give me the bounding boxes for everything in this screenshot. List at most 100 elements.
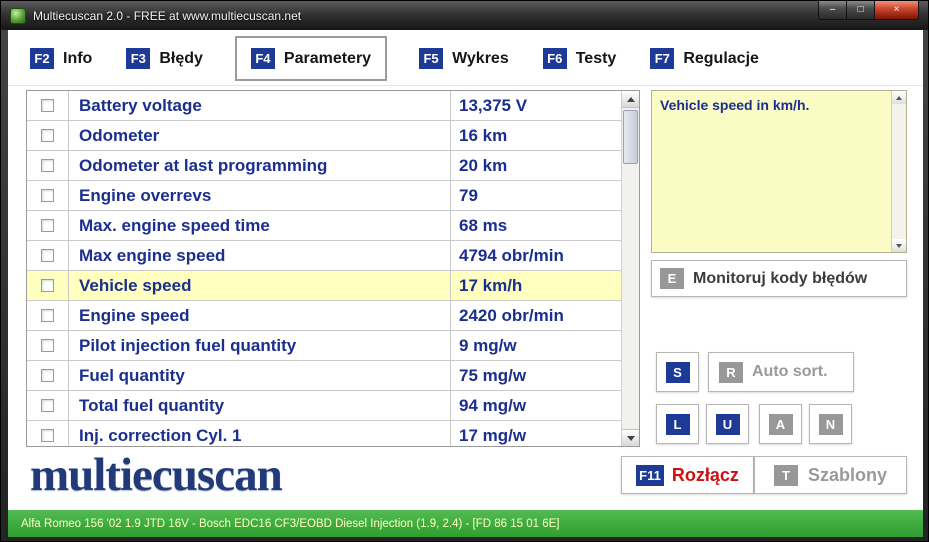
key-badge-s: S — [666, 362, 690, 383]
info-scroll-up-icon[interactable] — [892, 91, 906, 104]
parameter-name: Odometer at last programming — [69, 151, 451, 180]
auto-sort-button[interactable]: R Auto sort. — [708, 352, 854, 392]
monitor-error-codes-button[interactable]: E Monitoruj kody błędów — [651, 260, 907, 297]
window-title: Multiecuscan 2.0 - FREE at www.multiecus… — [33, 9, 301, 23]
table-row[interactable]: Max engine speed 4794 obr/min — [27, 241, 621, 271]
tab-label: Błędy — [159, 50, 203, 68]
tab-f2[interactable]: F2 Info — [28, 39, 94, 78]
row-checkbox[interactable] — [41, 249, 54, 262]
parameter-name: Max. engine speed time — [69, 211, 451, 240]
n-button[interactable]: N — [809, 404, 852, 444]
row-checkbox[interactable] — [41, 369, 54, 382]
row-checkbox[interactable] — [41, 129, 54, 142]
title-bar[interactable]: Multiecuscan 2.0 - FREE at www.multiecus… — [1, 1, 928, 30]
app-window: Multiecuscan 2.0 - FREE at www.multiecus… — [0, 0, 929, 542]
table-row[interactable]: Total fuel quantity 94 mg/w — [27, 391, 621, 421]
table-row[interactable]: Engine speed 2420 obr/min — [27, 301, 621, 331]
scrollbar-thumb[interactable] — [623, 110, 638, 164]
tab-f3[interactable]: F3 Błędy — [124, 39, 205, 78]
status-bar: Alfa Romeo 156 '02 1.9 JTD 16V - Bosch E… — [8, 510, 923, 537]
info-scroll-down-icon[interactable] — [892, 239, 906, 252]
close-button[interactable]: × — [874, 1, 919, 20]
row-checkbox[interactable] — [41, 309, 54, 322]
parameter-rows: Battery voltage 13,375 V Odometer 16 km … — [27, 91, 621, 446]
minimize-button[interactable]: – — [818, 1, 847, 20]
row-checkbox[interactable] — [41, 219, 54, 232]
row-checkbox[interactable] — [41, 99, 54, 112]
tab-bar: F2 Info F3 Błędy F4 Parametery F5 Wykres… — [8, 32, 923, 86]
tab-f5[interactable]: F5 Wykres — [417, 39, 511, 78]
auto-sort-label: Auto sort. — [752, 363, 828, 381]
checkbox-cell — [27, 181, 69, 210]
parameter-value: 68 ms — [451, 211, 621, 240]
row-checkbox[interactable] — [41, 429, 54, 442]
row-checkbox[interactable] — [41, 189, 54, 202]
templates-button[interactable]: T Szablony — [754, 456, 907, 494]
parameter-value: 13,375 V — [451, 91, 621, 120]
key-badge-l: L — [666, 414, 690, 435]
tab-key-badge: F3 — [126, 48, 150, 69]
window-controls: – □ × — [818, 1, 919, 20]
checkbox-cell — [27, 421, 69, 446]
row-checkbox[interactable] — [41, 159, 54, 172]
s-button[interactable]: S — [656, 352, 699, 392]
parameter-value: 75 mg/w — [451, 361, 621, 390]
key-badge-u: U — [716, 414, 740, 435]
tab-key-badge: F6 — [543, 48, 567, 69]
checkbox-cell — [27, 151, 69, 180]
checkbox-cell — [27, 121, 69, 150]
row-checkbox[interactable] — [41, 399, 54, 412]
app-icon — [10, 8, 26, 24]
key-badge-a: A — [769, 414, 793, 435]
main-content: F2 Info F3 Błędy F4 Parametery F5 Wykres… — [8, 30, 923, 510]
parameter-name: Battery voltage — [69, 91, 451, 120]
table-row[interactable]: Engine overrevs 79 — [27, 181, 621, 211]
scroll-down-icon[interactable] — [622, 429, 639, 446]
table-scrollbar[interactable] — [621, 91, 639, 446]
tab-label: Regulacje — [683, 50, 759, 68]
checkbox-cell — [27, 91, 69, 120]
tab-key-badge: F5 — [419, 48, 443, 69]
parameter-name: Max engine speed — [69, 241, 451, 270]
parameter-value: 4794 obr/min — [451, 241, 621, 270]
parameter-name: Odometer — [69, 121, 451, 150]
checkbox-cell — [27, 241, 69, 270]
table-row[interactable]: Vehicle speed 17 km/h — [27, 271, 621, 301]
parameter-name: Engine speed — [69, 301, 451, 330]
maximize-button[interactable]: □ — [846, 1, 875, 20]
disconnect-label: Rozłącz — [672, 465, 739, 486]
u-button[interactable]: U — [706, 404, 749, 444]
monitor-button-label: Monitoruj kody błędów — [693, 270, 867, 288]
scroll-up-icon[interactable] — [622, 91, 639, 108]
tab-label: Testy — [576, 50, 617, 68]
a-button[interactable]: A — [759, 404, 802, 444]
tab-f7[interactable]: F7 Regulacje — [648, 39, 761, 78]
parameter-name: Pilot injection fuel quantity — [69, 331, 451, 360]
parameter-value: 17 mg/w — [451, 421, 621, 446]
checkbox-cell — [27, 361, 69, 390]
parameter-name: Fuel quantity — [69, 361, 451, 390]
l-button[interactable]: L — [656, 404, 699, 444]
key-badge-t: T — [774, 465, 798, 486]
row-checkbox[interactable] — [41, 339, 54, 352]
checkbox-cell — [27, 391, 69, 420]
table-row[interactable]: Odometer 16 km — [27, 121, 621, 151]
table-row[interactable]: Fuel quantity 75 mg/w — [27, 361, 621, 391]
table-row[interactable]: Battery voltage 13,375 V — [27, 91, 621, 121]
table-row[interactable]: Max. engine speed time 68 ms — [27, 211, 621, 241]
disconnect-button[interactable]: F11 Rozłącz — [621, 456, 754, 494]
key-badge-r: R — [719, 362, 743, 383]
table-row[interactable]: Odometer at last programming 20 km — [27, 151, 621, 181]
table-row[interactable]: Pilot injection fuel quantity 9 mg/w — [27, 331, 621, 361]
tab-f4[interactable]: F4 Parametery — [235, 36, 387, 81]
parameter-name: Inj. correction Cyl. 1 — [69, 421, 451, 446]
tab-key-badge: F2 — [30, 48, 54, 69]
info-box-scrollbar[interactable] — [891, 91, 906, 252]
parameter-value: 20 km — [451, 151, 621, 180]
tab-f6[interactable]: F6 Testy — [541, 39, 619, 78]
status-bar-text: Alfa Romeo 156 '02 1.9 JTD 16V - Bosch E… — [21, 518, 559, 530]
table-row[interactable]: Inj. correction Cyl. 1 17 mg/w — [27, 421, 621, 446]
checkbox-cell — [27, 331, 69, 360]
parameter-value: 2420 obr/min — [451, 301, 621, 330]
row-checkbox[interactable] — [41, 279, 54, 292]
